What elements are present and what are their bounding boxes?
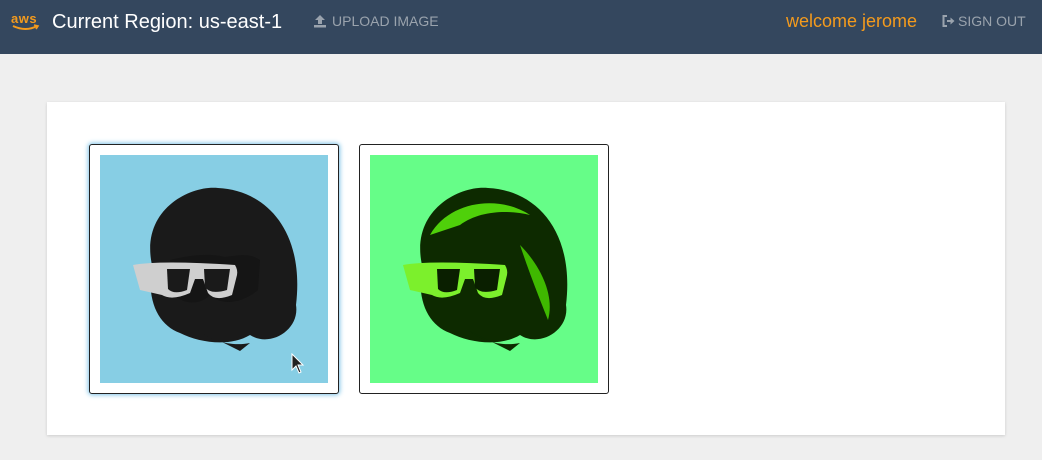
upload-image-label: UPLOAD IMAGE bbox=[332, 13, 439, 29]
welcome-user-text: welcome jerome bbox=[786, 11, 918, 31]
sign-out-button[interactable]: SIGN OUT bbox=[942, 13, 1026, 29]
mouse-cursor-icon bbox=[291, 353, 305, 374]
upload-icon bbox=[314, 15, 326, 28]
original-image bbox=[100, 155, 328, 383]
processed-image bbox=[370, 155, 598, 383]
aws-logo[interactable]: aws bbox=[11, 10, 45, 38]
image-gallery-panel bbox=[47, 102, 1005, 435]
region-title: Current Region: us-east-1 bbox=[52, 11, 283, 33]
image-card-processed[interactable] bbox=[359, 144, 609, 394]
sign-out-label: SIGN OUT bbox=[958, 13, 1026, 29]
sign-out-icon bbox=[942, 15, 955, 27]
upload-image-button[interactable]: UPLOAD IMAGE bbox=[313, 13, 439, 29]
top-navbar: aws Current Region: us-east-1 UPLOAD IMA… bbox=[0, 0, 1042, 54]
aws-smile-icon bbox=[12, 24, 40, 30]
